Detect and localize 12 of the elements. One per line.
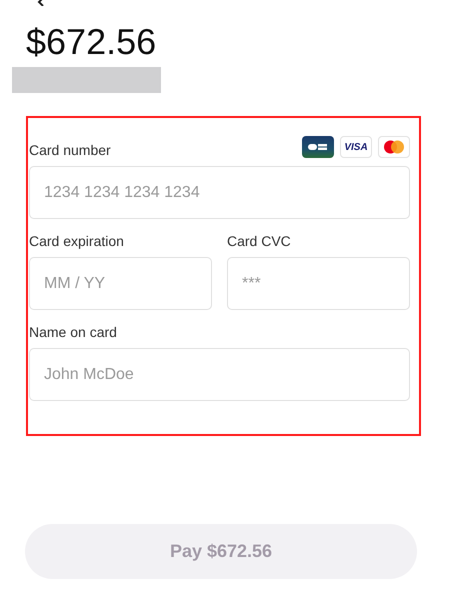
field-label: Name on card (29, 324, 118, 340)
card-logo-icon (302, 136, 334, 158)
input-field[interactable]: *** (227, 257, 410, 310)
field-label: Card expiration (29, 233, 125, 249)
field-label: Card number (29, 142, 111, 158)
card-logo: VISA (340, 136, 372, 158)
circles-icon (378, 136, 410, 158)
input-field[interactable]: 1234 1234 1234 1234 (29, 166, 410, 219)
field-label: Card CVC (227, 233, 292, 249)
amount: $672.56 (26, 22, 158, 62)
input-field[interactable]: John McDoe (29, 348, 410, 401)
input-field[interactable]: MM / YY (29, 257, 212, 310)
